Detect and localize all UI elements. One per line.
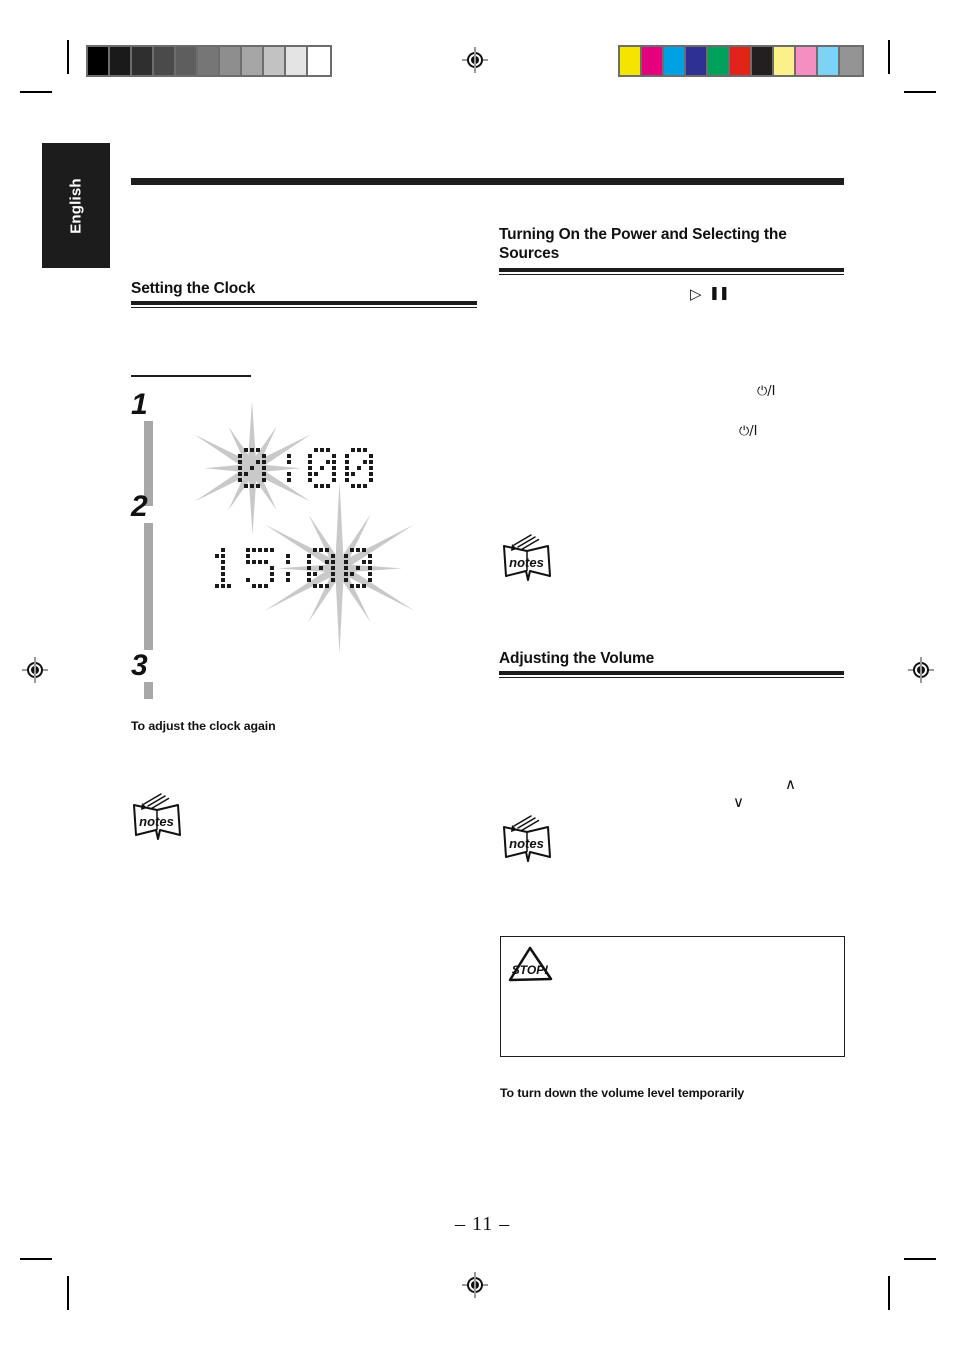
power-standby-icon-2: ⏻/I <box>739 424 758 439</box>
lcd-char <box>308 448 336 488</box>
lcd-char <box>344 548 372 588</box>
svg-text:STOP!: STOP! <box>512 963 548 977</box>
lcd-char <box>209 548 237 588</box>
color-calibration-strip <box>618 45 864 77</box>
svg-text:notes: notes <box>139 814 174 829</box>
step-number-3: 3 <box>131 649 148 682</box>
svg-text:notes: notes <box>509 836 544 851</box>
lcd-hours <box>209 548 274 588</box>
color-swatch-7 <box>774 47 796 75</box>
lcd-minutes <box>308 448 373 488</box>
notes-icon-right-lower: notes <box>500 815 555 863</box>
grayscale-swatch-3 <box>154 47 176 75</box>
volume-up-icon: ∧ <box>785 775 796 793</box>
page-title-adjusting-volume: Adjusting the Volume <box>499 650 655 667</box>
lcd-char <box>246 548 274 588</box>
crop-mark-bottom-left-horizontal <box>20 1258 52 1260</box>
step-number-2: 2 <box>131 490 148 523</box>
step-number-1: 1 <box>131 388 148 421</box>
flashing-indicator-icon <box>284 481 395 611</box>
color-swatch-6 <box>752 47 774 75</box>
grayscale-swatch-8 <box>264 47 286 75</box>
notes-icon-left: notes <box>130 793 185 841</box>
grayscale-swatch-6 <box>220 47 242 75</box>
lcd-separator <box>274 548 290 588</box>
registration-target-icon-right <box>908 657 934 683</box>
color-swatch-9 <box>818 47 840 75</box>
registration-target-icon-bottom <box>462 1272 488 1298</box>
lcd-char <box>238 448 266 488</box>
clock-display-minute <box>209 481 381 588</box>
page-number: – 11 – <box>455 1213 511 1235</box>
color-swatch-5 <box>730 47 752 75</box>
language-tab-label: English <box>67 177 85 234</box>
grayscale-swatch-5 <box>198 47 220 75</box>
step-list-top-rule <box>131 375 251 377</box>
page-top-rule <box>131 178 844 185</box>
heading-rule-setting-the-clock <box>131 301 477 308</box>
language-tab-english: English <box>42 143 110 268</box>
page-title-setting-the-clock: Setting the Clock <box>131 280 256 297</box>
grayscale-calibration-strip <box>86 45 332 77</box>
notes-icon-right-upper: notes <box>500 534 555 582</box>
grayscale-swatch-2 <box>132 47 154 75</box>
color-swatch-0 <box>620 47 642 75</box>
lcd-minutes <box>307 481 381 588</box>
grayscale-swatch-1 <box>110 47 132 75</box>
color-swatch-8 <box>796 47 818 75</box>
grayscale-swatch-4 <box>176 47 198 75</box>
registration-target-icon-left <box>22 657 48 683</box>
stop-caution-icon: STOP! <box>507 945 553 983</box>
color-swatch-4 <box>708 47 730 75</box>
step-connector-bar-3 <box>144 682 153 699</box>
clock-display-hour <box>238 400 373 488</box>
volume-down-icon: ∨ <box>733 793 744 811</box>
step-connector-bar-2 <box>144 523 153 650</box>
heading-rule-adjusting-volume <box>499 671 844 678</box>
color-swatch-3 <box>686 47 708 75</box>
heading-rule-turning-on-power <box>499 268 844 275</box>
pause-icon: ❚❚ <box>709 286 730 301</box>
page-title-turning-on-power: Turning On the Power and Selecting the S… <box>499 226 787 262</box>
play-icon: ▷ <box>690 285 702 303</box>
grayscale-swatch-9 <box>286 47 308 75</box>
crop-mark-bottom-right-vertical <box>888 1276 890 1310</box>
registration-target-icon-top <box>462 47 488 73</box>
crop-mark-top-left-horizontal <box>20 91 52 93</box>
subheading-turn-down-volume: To turn down the volume level temporaril… <box>500 1086 745 1100</box>
crop-mark-bottom-left-vertical <box>67 1276 69 1310</box>
svg-text:notes: notes <box>509 555 544 570</box>
lcd-hours <box>238 400 275 488</box>
power-standby-icon-1: ⏻/I <box>757 384 776 399</box>
lcd-char <box>345 448 373 488</box>
subheading-adjust-clock-again: To adjust the clock again <box>131 719 276 733</box>
color-swatch-10 <box>840 47 862 75</box>
crop-mark-top-left-vertical <box>67 40 69 74</box>
grayscale-swatch-7 <box>242 47 264 75</box>
crop-mark-bottom-right-horizontal <box>904 1258 936 1260</box>
crop-mark-top-right-horizontal <box>904 91 936 93</box>
lcd-separator <box>275 448 291 488</box>
lcd-char <box>307 548 335 588</box>
color-swatch-2 <box>664 47 686 75</box>
grayscale-swatch-0 <box>88 47 110 75</box>
caution-box: STOP! <box>500 936 845 1057</box>
crop-mark-top-right-vertical <box>888 40 890 74</box>
color-swatch-1 <box>642 47 664 75</box>
grayscale-swatch-10 <box>308 47 330 75</box>
